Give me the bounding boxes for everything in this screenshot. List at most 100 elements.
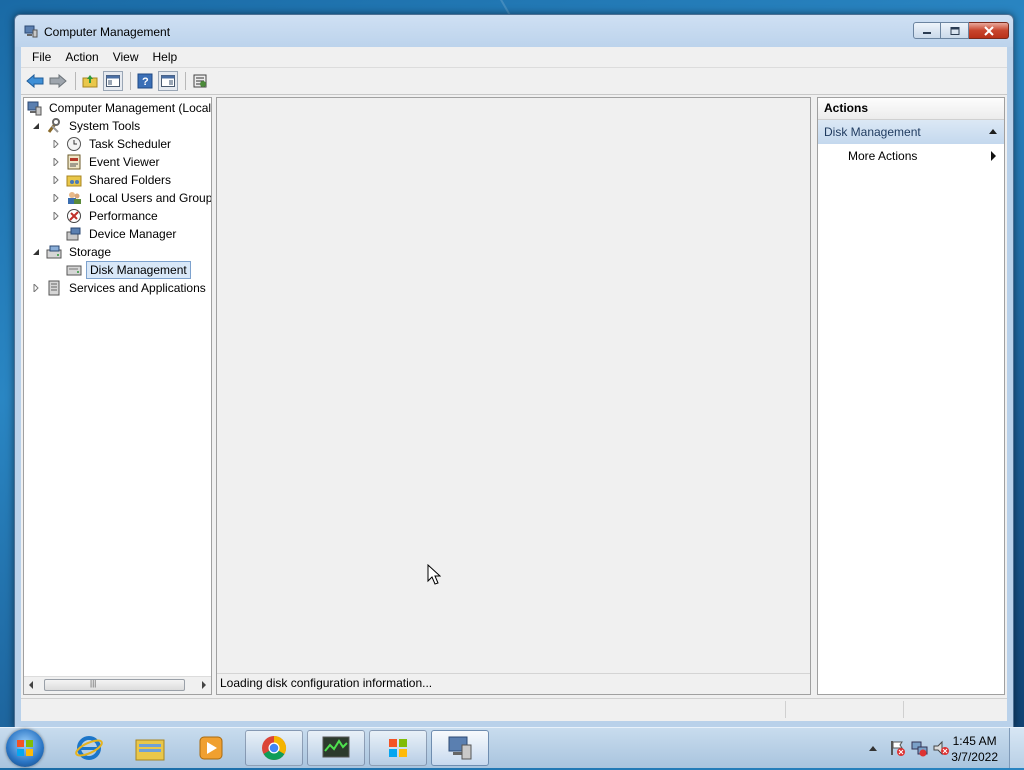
tree-horizontal-scrollbar[interactable]: ||| [24,676,211,694]
tree-node-storage[interactable]: Storage [31,243,114,261]
status-pane-divider [785,701,787,718]
expand-arrow-icon[interactable] [51,193,61,203]
show-desktop-button[interactable] [1009,728,1024,768]
computer-management-icon [26,100,42,116]
taskbar-file-explorer[interactable] [121,730,179,766]
performance-icon [66,208,82,224]
menu-action[interactable]: Action [58,50,105,64]
expand-arrow-icon[interactable] [51,139,61,149]
svg-text:?: ? [142,76,149,88]
windows-logo-icon [17,740,33,756]
tree-node-system-tools[interactable]: System Tools [31,117,143,135]
back-button[interactable] [25,71,45,91]
collapse-arrow-icon[interactable] [31,121,41,131]
console-tree-icon [106,75,120,87]
title-bar[interactable]: Computer Management [15,15,1013,47]
taskbar-windows-app[interactable] [369,730,427,766]
properties-icon [193,74,207,88]
tree-node-root[interactable]: Computer Management (Local [26,99,211,117]
taskbar-media-player[interactable] [182,730,240,766]
help-button[interactable]: ? [135,71,155,91]
tree-node-device-manager[interactable]: Device Manager [66,225,179,243]
collapse-up-icon[interactable] [989,129,997,134]
folder-icon [135,739,165,761]
mouse-cursor-icon [427,564,441,585]
clock-icon [66,136,82,152]
toolbar: ? [21,67,1007,95]
loading-status: Loading disk configuration information..… [217,673,810,694]
disk-management-icon [66,262,82,278]
network-icon[interactable] [910,739,928,757]
tree-node-shared-folders[interactable]: Shared Folders [51,171,174,189]
tree-label: Task Scheduler [89,137,172,151]
maximize-button[interactable] [941,22,969,39]
show-hidden-icons-arrow-icon[interactable] [868,744,878,752]
minimize-button[interactable] [913,22,941,39]
forward-arrow-icon [49,74,67,88]
clock[interactable]: 1:45 AM 3/7/2022 [951,733,998,765]
show-hide-console-tree-button[interactable] [103,71,123,91]
menu-file[interactable]: File [25,50,58,64]
tree-label: Disk Management [86,261,191,279]
menu-view[interactable]: View [106,50,146,64]
up-one-level-button[interactable] [80,71,100,91]
scroll-left-arrow-icon[interactable] [29,681,33,689]
clock-date: 3/7/2022 [951,750,998,764]
actions-pane: Actions Disk Management More Actions [817,97,1005,695]
back-arrow-icon [26,74,44,88]
media-player-icon [199,736,223,760]
maximize-icon [950,26,959,35]
console-tree: Computer Management (Local System Tools … [23,97,212,695]
expand-arrow-icon[interactable] [31,283,41,293]
tree-node-services[interactable]: Services and Applications [31,279,209,297]
tree-node-local-users[interactable]: Local Users and Groups [51,189,212,207]
tree-label: System Tools [69,119,141,133]
actions-section-label: Disk Management [824,125,921,139]
expand-arrow-icon[interactable] [51,211,61,221]
client-area: Computer Management (Local System Tools … [21,95,1007,699]
windows-flag-icon [389,739,407,757]
properties-button[interactable] [190,71,210,91]
shared-folder-icon [66,172,82,188]
tree-label: Storage [69,245,112,259]
show-hide-action-pane-button[interactable] [158,71,178,91]
tree-node-disk-management[interactable]: Disk Management [66,261,191,279]
event-viewer-icon [66,154,82,170]
disk-management-pane: Loading disk configuration information..… [216,97,811,695]
collapse-arrow-icon[interactable] [31,247,41,257]
expand-arrow-icon[interactable] [51,157,61,167]
tree-node-event-viewer[interactable]: Event Viewer [51,153,162,171]
forward-button[interactable] [48,71,68,91]
action-center-flag-icon[interactable] [888,739,906,757]
computer-management-icon [448,736,472,760]
tree-label: Device Manager [89,227,177,241]
submenu-arrow-icon [991,151,996,161]
actions-section-disk-management[interactable]: Disk Management [818,120,1004,144]
start-button[interactable] [6,729,44,767]
close-button[interactable] [969,22,1009,39]
scroll-grip-icon: ||| [90,679,97,688]
computer-management-window: Computer Management File Action View Hel… [14,14,1014,728]
folder-up-icon [82,75,98,88]
tree-label: Shared Folders [89,173,172,187]
volume-muted-icon[interactable] [932,739,950,757]
menu-bar: File Action View Help [21,47,1007,67]
tree-label: Local Users and Groups [89,191,212,205]
more-actions-item[interactable]: More Actions [818,144,1004,168]
expand-arrow-icon[interactable] [51,175,61,185]
actions-header: Actions [818,98,1004,120]
scroll-thumb[interactable] [44,679,185,691]
tree-label: Performance [89,209,158,223]
menu-help[interactable]: Help [146,50,185,64]
minimize-icon [923,31,931,34]
toolbar-separator [75,72,76,90]
taskbar-chrome[interactable] [245,730,303,766]
tree-node-performance[interactable]: Performance [51,207,161,225]
scroll-right-arrow-icon[interactable] [202,681,206,689]
toolbar-separator [185,72,186,90]
computer-management-icon [24,25,38,38]
tree-node-task-scheduler[interactable]: Task Scheduler [51,135,174,153]
taskbar-internet-explorer[interactable] [60,730,118,766]
taskbar-computer-management[interactable] [431,730,489,766]
taskbar-task-manager[interactable] [307,730,365,766]
